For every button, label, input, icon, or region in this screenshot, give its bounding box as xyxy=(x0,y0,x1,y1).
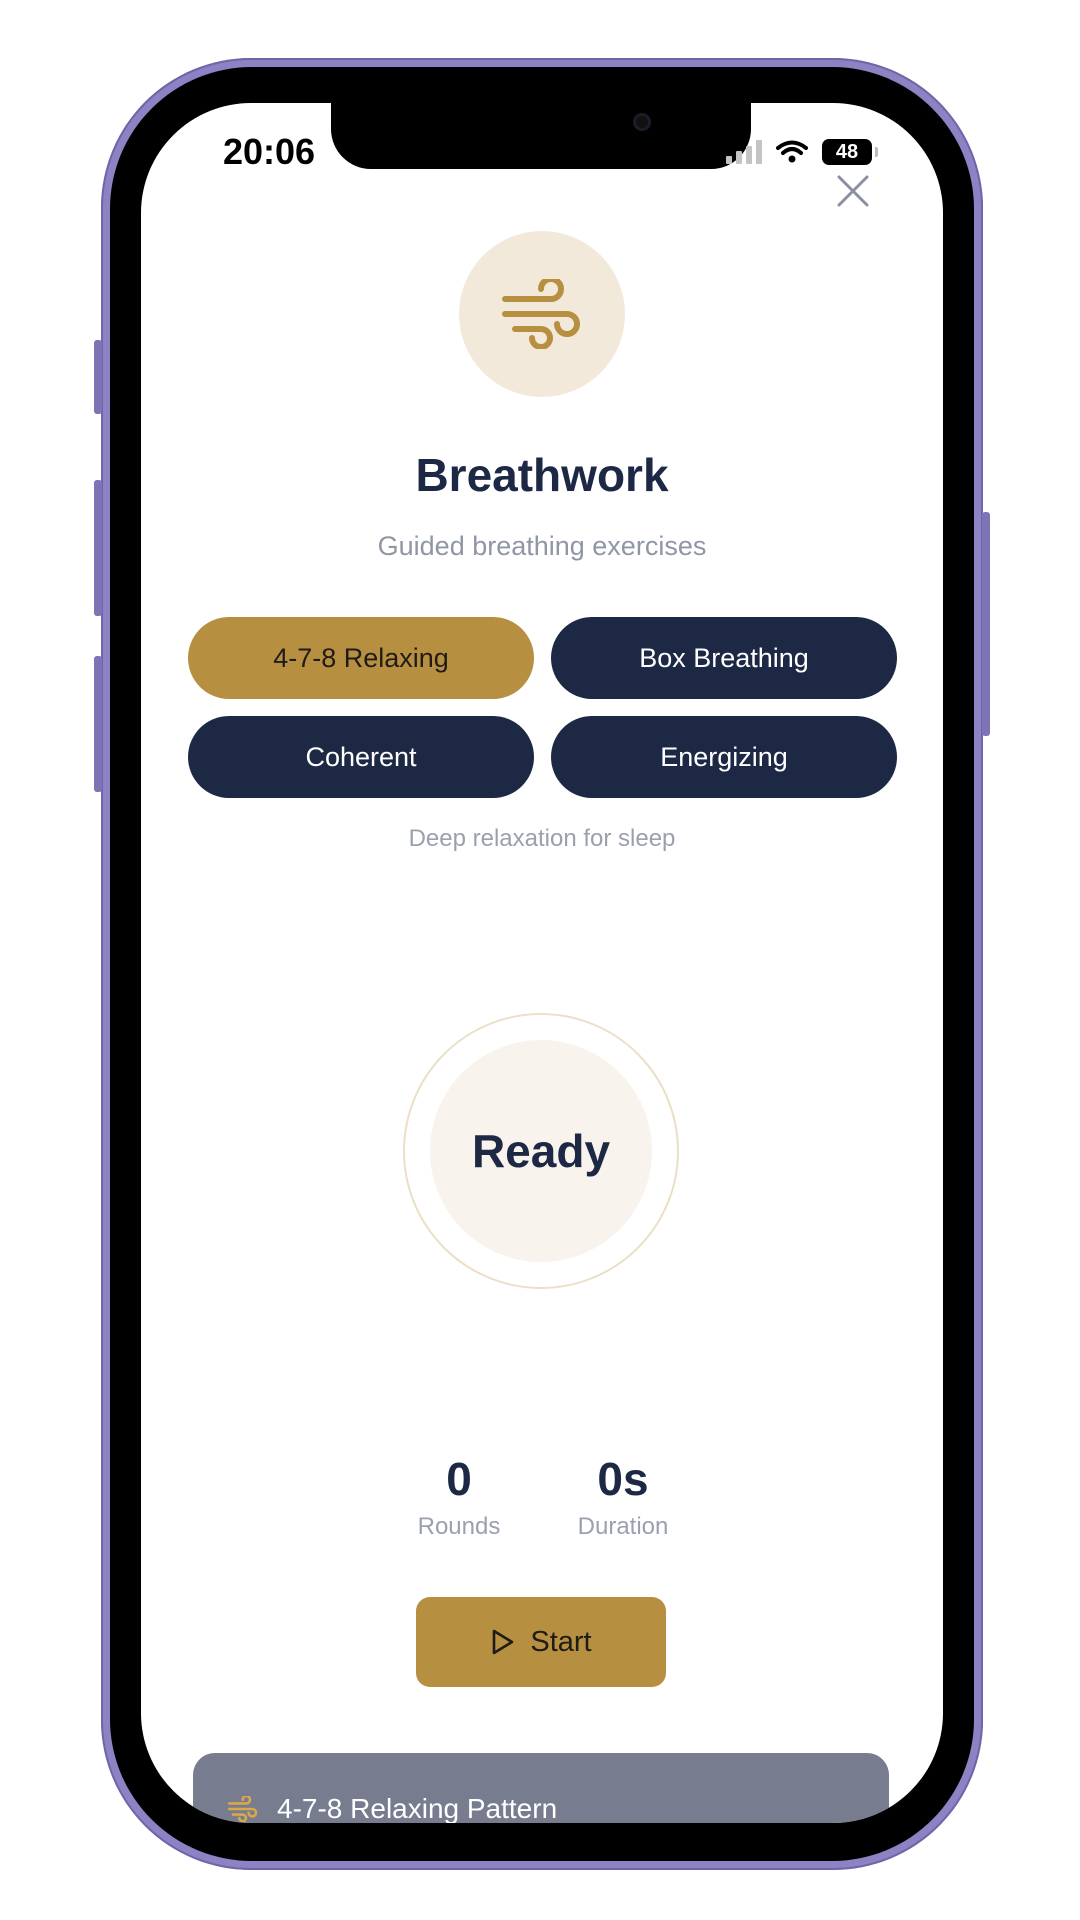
hero-wind-badge xyxy=(459,231,625,397)
rounds-value: 0 xyxy=(446,1453,472,1505)
start-button-label: Start xyxy=(530,1625,592,1658)
wind-icon xyxy=(502,279,580,349)
app-screen: 20:06 48 Breathwork Guided breathing exe… xyxy=(141,103,943,1823)
pattern-card-label: 4-7-8 Relaxing Pattern xyxy=(277,1793,558,1823)
duration-stat: 0s Duration xyxy=(553,1451,693,1541)
technique-coherent[interactable]: Coherent xyxy=(188,716,534,798)
signal-icon xyxy=(726,140,762,164)
duration-label: Duration xyxy=(577,1513,669,1540)
power-button xyxy=(982,512,990,736)
notch xyxy=(331,103,751,169)
volume-down-button xyxy=(94,656,102,792)
camera-icon xyxy=(633,113,651,131)
status-indicators: 48 xyxy=(726,139,878,165)
status-time: 20:06 xyxy=(223,131,316,172)
start-button[interactable]: Start xyxy=(416,1597,666,1687)
technique-description: Deep relaxation for sleep xyxy=(408,825,676,852)
pattern-card-row: 4-7-8 Relaxing Pattern xyxy=(227,1793,557,1823)
wifi-icon xyxy=(776,140,808,163)
breath-state: Ready xyxy=(430,1040,652,1262)
rounds-label: Rounds xyxy=(417,1513,501,1540)
volume-up-button xyxy=(94,480,102,616)
battery-icon: 48 xyxy=(822,139,878,165)
duration-value: 0s xyxy=(597,1453,649,1505)
rounds-stat: 0 Rounds xyxy=(404,1451,514,1541)
technique-4-7-8-relaxing[interactable]: 4-7-8 Relaxing xyxy=(188,617,534,699)
pattern-card[interactable]: 4-7-8 Relaxing Pattern xyxy=(193,1753,889,1823)
technique-energizing[interactable]: Energizing xyxy=(551,716,897,798)
mute-switch xyxy=(94,340,102,414)
wind-icon xyxy=(227,1796,258,1822)
close-icon[interactable] xyxy=(833,171,873,211)
play-icon xyxy=(493,1629,514,1655)
page-subtitle: Guided breathing exercises xyxy=(377,531,707,561)
technique-box-breathing[interactable]: Box Breathing xyxy=(551,617,897,699)
page-title: Breathwork xyxy=(415,449,669,501)
